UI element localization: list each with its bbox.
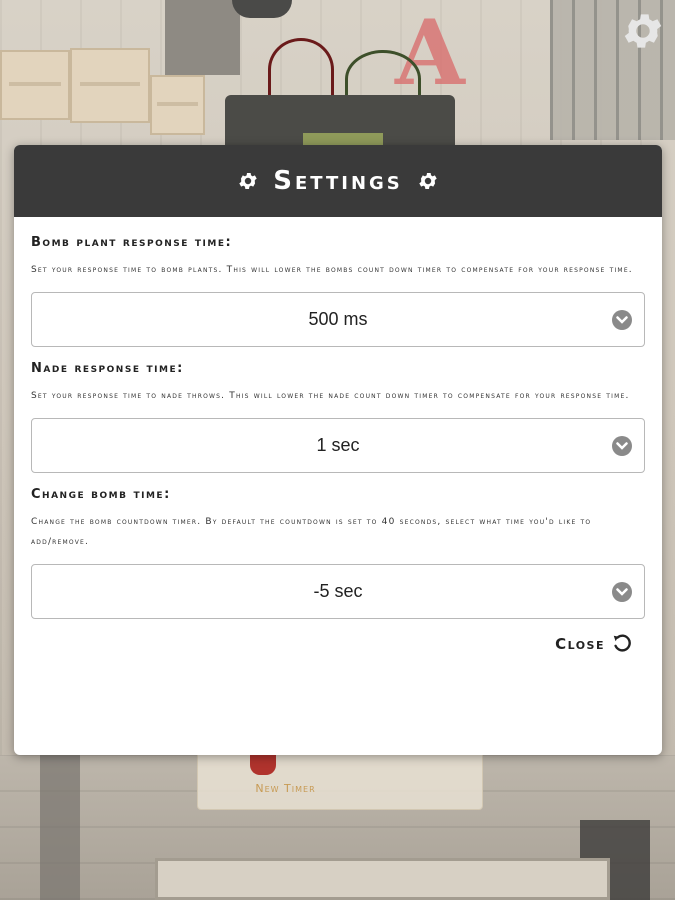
- bomb-plant-section: Bomb plant response time: Set your respo…: [31, 235, 645, 347]
- bomb-time-select[interactable]: -5 sec: [31, 564, 645, 619]
- chevron-down-icon: [612, 435, 632, 456]
- nade-section: Nade response time: Set your response ti…: [31, 361, 645, 473]
- modal-body: Bomb plant response time: Set your respo…: [14, 217, 662, 655]
- gear-icon[interactable]: [620, 8, 666, 54]
- undo-icon: [613, 634, 631, 652]
- gear-icon: [419, 173, 437, 189]
- bomb-plant-response-select[interactable]: 500 ms: [31, 292, 645, 347]
- section-title: Nade response time:: [31, 361, 184, 376]
- background-wire: [268, 38, 334, 101]
- background-panel: [155, 858, 610, 900]
- chevron-down-icon: [612, 309, 632, 330]
- background-crate: [70, 48, 150, 123]
- nade-response-select[interactable]: 1 sec: [31, 418, 645, 473]
- close-label: Close: [555, 635, 605, 653]
- modal-title: Settings: [273, 166, 403, 196]
- select-value: -5 sec: [313, 581, 363, 601]
- section-title: Bomb plant response time:: [31, 235, 233, 250]
- background-crate: [150, 75, 205, 135]
- section-description: Set your response time to bomb plants. T…: [31, 265, 633, 275]
- new-timer-label: New Timer: [255, 782, 316, 795]
- section-description: Change the bomb countdown timer. By defa…: [31, 517, 592, 547]
- close-button[interactable]: Close: [31, 633, 645, 655]
- chevron-down-icon: [612, 581, 632, 602]
- select-value: 500 ms: [308, 309, 368, 329]
- new-timer-card[interactable]: New Timer: [197, 750, 483, 810]
- background-rail: [40, 755, 80, 900]
- section-description: Set your response time to nade throws. T…: [31, 391, 630, 401]
- background-pillar: [165, 0, 240, 75]
- background-crate: [0, 50, 70, 120]
- modal-header: Settings: [14, 145, 662, 217]
- settings-modal: Settings Bomb plant response time: Set y…: [14, 145, 662, 755]
- select-value: 1 sec: [316, 435, 360, 455]
- section-title: Change Bomb Time:: [31, 487, 171, 502]
- gear-icon: [239, 173, 257, 189]
- bomb-icon: [250, 753, 276, 775]
- bomb-time-section: Change Bomb Time: Change the bomb countd…: [31, 487, 645, 619]
- background-pillar-cap: [232, 0, 292, 18]
